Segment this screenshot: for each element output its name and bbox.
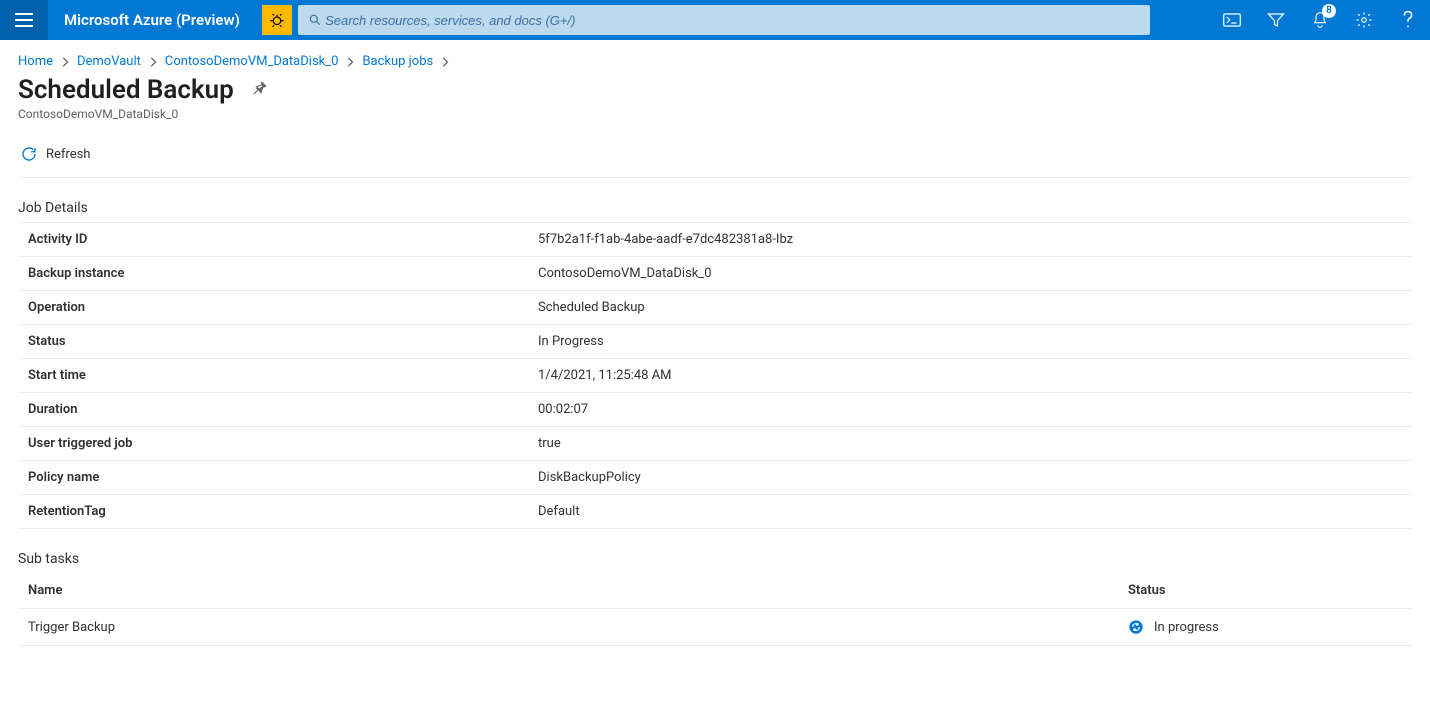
pin-icon (252, 80, 268, 96)
job-detail-row: Start time1/4/2021, 11:25:48 AM (18, 359, 1412, 393)
search-icon (308, 13, 322, 27)
job-detail-row: Policy nameDiskBackupPolicy (18, 461, 1412, 495)
top-bar: Microsoft Azure (Preview) 8 (0, 0, 1430, 40)
hamburger-menu-button[interactable] (0, 0, 48, 40)
job-detail-row: OperationScheduled Backup (18, 291, 1412, 325)
chevron-right-icon (61, 57, 69, 67)
job-detail-key: Operation (18, 291, 528, 325)
pin-button[interactable] (252, 80, 268, 100)
job-detail-row: StatusIn Progress (18, 325, 1412, 359)
job-detail-value: 00:02:07 (528, 393, 1412, 427)
sync-icon (1128, 619, 1144, 635)
sub-tasks-col-status[interactable]: Status (1118, 573, 1412, 609)
job-detail-key: User triggered job (18, 427, 528, 461)
refresh-button[interactable]: Refresh (18, 141, 92, 167)
job-detail-row: Duration00:02:07 (18, 393, 1412, 427)
job-detail-key: Duration (18, 393, 528, 427)
settings-button[interactable] (1342, 0, 1386, 40)
brand-label[interactable]: Microsoft Azure (Preview) (48, 11, 256, 29)
breadcrumb-item-vault[interactable]: DemoVault (77, 54, 141, 69)
job-detail-key: Policy name (18, 461, 528, 495)
gear-icon (1355, 11, 1373, 29)
job-detail-row: User triggered jobtrue (18, 427, 1412, 461)
job-detail-key: RetentionTag (18, 495, 528, 529)
job-detail-key: Start time (18, 359, 528, 393)
title-bar: Scheduled Backup (18, 75, 1412, 105)
global-search-input[interactable] (325, 13, 1140, 28)
job-detail-value: ContosoDemoVM_DataDisk_0 (528, 257, 1412, 291)
job-detail-key: Status (18, 325, 528, 359)
breadcrumb-item-home[interactable]: Home (18, 54, 53, 69)
job-detail-value: true (528, 427, 1412, 461)
breadcrumb: Home DemoVault ContosoDemoVM_DataDisk_0 … (18, 54, 1412, 69)
sub-tasks-heading: Sub tasks (18, 551, 1412, 567)
directory-filter-button[interactable] (1254, 0, 1298, 40)
command-bar: Refresh (18, 135, 1412, 178)
sub-task-row: Trigger Backup In progress (18, 609, 1412, 646)
filter-icon (1267, 12, 1285, 28)
job-detail-row: RetentionTagDefault (18, 495, 1412, 529)
job-detail-value: Default (528, 495, 1412, 529)
job-detail-key: Backup instance (18, 257, 528, 291)
preview-bug-button[interactable] (262, 5, 292, 35)
page-title: Scheduled Backup (18, 75, 234, 105)
job-detail-row: Activity ID5f7b2a1f-f1ab-4abe-aadf-e7dc4… (18, 223, 1412, 257)
hamburger-icon (15, 13, 33, 27)
job-details-heading: Job Details (18, 200, 1412, 216)
sub-task-name: Trigger Backup (18, 609, 1118, 646)
job-detail-row: Backup instanceContosoDemoVM_DataDisk_0 (18, 257, 1412, 291)
sub-task-status-cell: In progress (1118, 609, 1412, 646)
notification-badge: 8 (1322, 4, 1336, 18)
job-detail-value: In Progress (528, 325, 1412, 359)
notifications-button[interactable]: 8 (1298, 0, 1342, 40)
refresh-icon (20, 145, 38, 163)
cloud-shell-icon (1223, 13, 1241, 27)
page-subtitle: ContosoDemoVM_DataDisk_0 (18, 107, 1412, 121)
help-button[interactable] (1386, 0, 1430, 40)
job-details-table: Activity ID5f7b2a1f-f1ab-4abe-aadf-e7dc4… (18, 222, 1412, 529)
bug-icon (268, 11, 286, 29)
job-detail-value: Scheduled Backup (528, 291, 1412, 325)
chevron-right-icon (346, 57, 354, 67)
job-detail-value: DiskBackupPolicy (528, 461, 1412, 495)
top-right-icons: 8 (1210, 0, 1430, 40)
page-content: Home DemoVault ContosoDemoVM_DataDisk_0 … (0, 40, 1430, 660)
chevron-right-icon (441, 57, 449, 67)
cloud-shell-button[interactable] (1210, 0, 1254, 40)
help-icon (1402, 11, 1414, 29)
chevron-right-icon (149, 57, 157, 67)
breadcrumb-item-backup-jobs[interactable]: Backup jobs (362, 54, 433, 69)
refresh-label: Refresh (46, 147, 90, 162)
job-detail-key: Activity ID (18, 223, 528, 257)
sub-tasks-table: Name Status Trigger Backup In progress (18, 573, 1412, 646)
sub-task-status-text: In progress (1154, 620, 1219, 635)
sub-tasks-col-name[interactable]: Name (18, 573, 1118, 609)
job-detail-value: 5f7b2a1f-f1ab-4abe-aadf-e7dc482381a8-Ibz (528, 223, 1412, 257)
global-search[interactable] (298, 5, 1150, 35)
breadcrumb-item-instance[interactable]: ContosoDemoVM_DataDisk_0 (165, 54, 339, 69)
job-detail-value: 1/4/2021, 11:25:48 AM (528, 359, 1412, 393)
